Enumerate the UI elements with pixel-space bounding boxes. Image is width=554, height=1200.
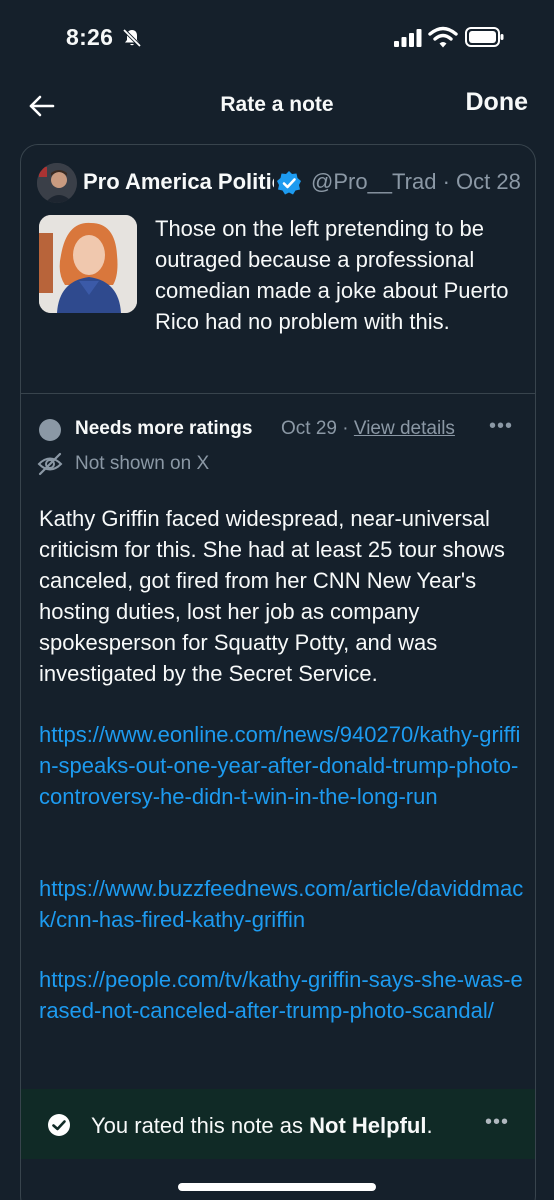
note-body: Kathy Griffin faced widespread, near-uni… [39,506,505,686]
rating-text: You rated this note as Not Helpful. [91,1113,433,1139]
rating-banner: You rated this note as Not Helpful. ••• [21,1089,535,1159]
rating-more-options-icon[interactable]: ••• [485,1111,509,1134]
checkmark-circle-icon [48,1114,70,1136]
signal-icon [394,29,422,47]
visibility-status: Not shown on X [75,453,210,474]
author-avatar[interactable] [37,163,77,203]
status-bar: 8:26 [0,0,554,80]
rating-value: Not Helpful [309,1113,427,1138]
battery-icon [465,27,504,47]
note-status: Needs more ratings [75,418,253,439]
rating-prefix: You rated this note as [91,1113,310,1138]
eye-off-icon [37,452,63,476]
nav-bar: Rate a note Done [0,80,554,136]
bell-off-icon [122,28,142,48]
done-button[interactable]: Done [466,88,529,117]
note-card: Pro America Politics @Pro__Trad · Oct 28… [20,144,536,1200]
rating-suffix: . [426,1113,433,1138]
divider [21,393,535,394]
status-time: 8:26 [66,24,114,50]
source-link-1[interactable]: https://www.eonline.com/news/940270/kath… [39,719,525,812]
verified-badge-icon [277,171,301,195]
author-handle: @Pro__Trad [311,169,437,194]
tweet-handle-date: @Pro__Trad · Oct 28 [311,169,521,194]
source-link-2[interactable]: https://www.buzzfeednews.com/article/dav… [39,873,525,935]
source-link-3[interactable]: https://people.com/tv/kathy-griffin-says… [39,964,525,1026]
note-date: Oct 29 [281,418,337,439]
needs-ratings-status-icon [39,419,61,441]
view-details-link[interactable]: View details [354,418,455,439]
note-meta: Oct 29 · View details [281,418,455,439]
note-more-options-icon[interactable]: ••• [489,415,513,438]
home-indicator[interactable] [178,1183,376,1191]
tweet-text: Those on the left pretending to be outra… [155,216,509,334]
author-name[interactable]: Pro America Politics [83,169,274,195]
tweet-media-thumbnail[interactable] [39,215,137,313]
tweet-date: Oct 28 [456,169,521,194]
tweet[interactable]: Pro America Politics @Pro__Trad · Oct 28… [21,145,535,393]
wifi-icon [428,26,458,48]
